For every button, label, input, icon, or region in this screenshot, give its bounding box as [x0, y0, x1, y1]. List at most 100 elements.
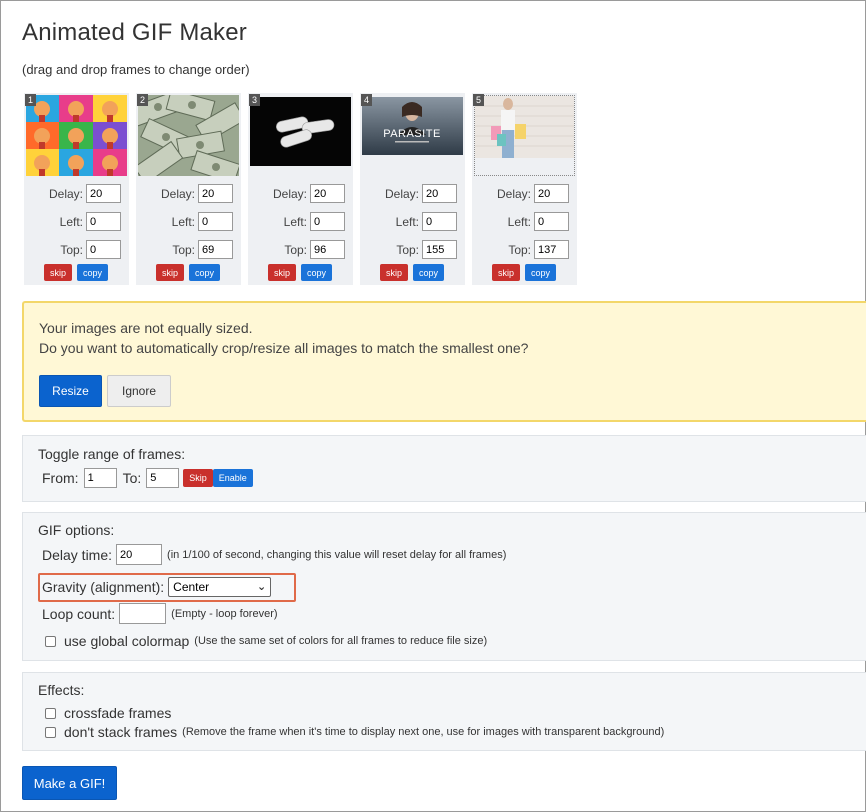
- parasite-title-text: PARASITE: [383, 128, 441, 140]
- dont-stack-label: don't stack frames: [64, 724, 178, 740]
- top-label: Top:: [284, 242, 307, 257]
- delay-label: Delay:: [496, 186, 531, 201]
- top-label: Top:: [396, 242, 419, 257]
- delay-label: Delay:: [160, 186, 195, 201]
- frame-delay-input[interactable]: [534, 184, 569, 203]
- frame-thumbnail[interactable]: PARASITE: [362, 95, 463, 176]
- frame-left-input[interactable]: [422, 212, 457, 231]
- delay-label: Delay:: [384, 186, 419, 201]
- frame-left-input[interactable]: [198, 212, 233, 231]
- global-colormap-note: (Use the same set of colors for all fram…: [194, 635, 488, 647]
- frame-card[interactable]: 5 Delay: 20 Left: 0 Top: 137 skip copy: [472, 93, 577, 285]
- frame-thumbnail[interactable]: [138, 95, 239, 176]
- from-input[interactable]: [83, 468, 117, 488]
- frame-thumbnail[interactable]: [26, 95, 127, 176]
- frame-top-input[interactable]: [310, 240, 345, 259]
- loop-count-note: (Empty - loop forever): [171, 607, 278, 620]
- frame-number: 1: [25, 94, 36, 106]
- frame-card[interactable]: 3 Delay: Left: Top:: [248, 93, 353, 285]
- copy-frame-button[interactable]: copy: [77, 264, 109, 281]
- gif-options-title: GIF options:: [38, 522, 115, 538]
- frame-delay-field: Delay:: [161, 184, 233, 203]
- toggle-range-panel: Toggle range of frames: From: To: Skip E…: [22, 435, 866, 502]
- frame-left-field: Left:: [172, 212, 233, 231]
- skip-frame-button[interactable]: skip: [156, 264, 185, 281]
- page-subtitle: (drag and drop frames to change order): [22, 62, 250, 77]
- delay-label: Delay:: [48, 186, 83, 201]
- ignore-button[interactable]: Ignore: [107, 375, 171, 407]
- frame-top-field: Top:: [60, 240, 121, 259]
- frame-buttons: skip copy: [268, 264, 333, 281]
- gravity-row: Gravity (alignment): Center ⌄: [42, 577, 272, 597]
- frame-thumbnail[interactable]: [474, 95, 575, 176]
- enable-range-button[interactable]: Enable: [212, 469, 253, 487]
- frame-card[interactable]: 2 Delay: 20 Left: 0 Top: 69 skip copy: [136, 93, 241, 285]
- gravity-select-wrap: Center ⌄: [164, 577, 272, 597]
- frame-top-input[interactable]: [198, 240, 233, 259]
- frame-delay-field: Delay:: [385, 184, 457, 203]
- left-label: Left:: [283, 214, 307, 229]
- frame-delay-input[interactable]: [86, 184, 121, 203]
- left-label: Left:: [507, 214, 531, 229]
- crossfade-checkbox[interactable]: [45, 707, 56, 719]
- delay-time-input[interactable]: [116, 544, 163, 565]
- frame-top-field: Top:: [284, 240, 345, 259]
- frame-buttons: skip copy: [492, 264, 557, 281]
- frame-delay-input[interactable]: [422, 184, 457, 203]
- skip-frame-button[interactable]: skip: [380, 264, 409, 281]
- left-label: Left:: [395, 214, 419, 229]
- loop-count-input[interactable]: [119, 603, 167, 624]
- frame-top-input[interactable]: [422, 240, 457, 259]
- frame-delay-field: Delay:: [49, 184, 121, 203]
- toggle-range-row: From: To: Skip Enable: [42, 468, 253, 488]
- frame-number: 5: [473, 94, 484, 106]
- frame-left-input[interactable]: [86, 212, 121, 231]
- copy-frame-button[interactable]: copy: [301, 264, 333, 281]
- skip-frame-button[interactable]: skip: [492, 264, 521, 281]
- frame-top-field: Top:: [172, 240, 233, 259]
- frame-card[interactable]: 1 Delay: 20 Left: 0 Top: 0 skip copy: [24, 93, 129, 285]
- global-colormap-label: use global colormap: [64, 633, 190, 649]
- frame-number: 2: [137, 94, 148, 106]
- top-label: Top:: [172, 242, 195, 257]
- colormap-row: use global colormap (Use the same set of…: [45, 633, 487, 649]
- to-input[interactable]: [146, 468, 180, 488]
- frame-delay-field: Delay:: [273, 184, 345, 203]
- global-colormap-checkbox[interactable]: [45, 635, 56, 647]
- left-label: Left:: [171, 214, 195, 229]
- gravity-label-text: Gravity (alignment):: [42, 579, 165, 595]
- frame-left-field: Left:: [508, 212, 569, 231]
- delay-time-note: (in 1/100 of second, changing this value…: [167, 548, 507, 561]
- frame-thumbnail[interactable]: [250, 95, 351, 176]
- left-label: Left:: [59, 214, 83, 229]
- frame-delay-input[interactable]: [198, 184, 233, 203]
- frame-left-field: Left:: [284, 212, 345, 231]
- size-mismatch-alert: Your images are not equally sized. Do yo…: [22, 301, 866, 422]
- frame-buttons: skip copy: [380, 264, 445, 281]
- frame-left-input[interactable]: [310, 212, 345, 231]
- frame-delay-input[interactable]: [310, 184, 345, 203]
- frame-left-input[interactable]: [534, 212, 569, 231]
- dont-stack-note: (Remove the frame when it's time to disp…: [182, 726, 665, 738]
- frame-number: 3: [249, 94, 260, 106]
- skip-frame-button[interactable]: skip: [268, 264, 297, 281]
- toggle-range-title: Toggle range of frames:: [38, 446, 186, 462]
- copy-frame-button[interactable]: copy: [525, 264, 557, 281]
- frame-number: 4: [361, 94, 372, 106]
- frame-left-field: Left:: [60, 212, 121, 231]
- copy-frame-button[interactable]: copy: [189, 264, 221, 281]
- gravity-select[interactable]: Center: [168, 577, 272, 597]
- gif-options-panel: GIF options: Delay time: (in 1/100 of se…: [22, 512, 866, 661]
- dont-stack-checkbox[interactable]: [45, 726, 56, 738]
- skip-frame-button[interactable]: skip: [44, 264, 73, 281]
- delay-time-label: Delay time:: [42, 546, 113, 563]
- skip-range-button[interactable]: Skip: [183, 469, 213, 487]
- frame-card[interactable]: 4 PARASITE Delay: Left:: [360, 93, 465, 285]
- delay-label: Delay:: [272, 186, 307, 201]
- make-gif-button[interactable]: Make a GIF!: [22, 766, 117, 800]
- copy-frame-button[interactable]: copy: [413, 264, 445, 281]
- frame-top-input[interactable]: [534, 240, 569, 259]
- crossfade-row: crossfade frames: [45, 705, 171, 721]
- resize-button[interactable]: Resize: [39, 375, 102, 407]
- frame-top-input[interactable]: [86, 240, 121, 259]
